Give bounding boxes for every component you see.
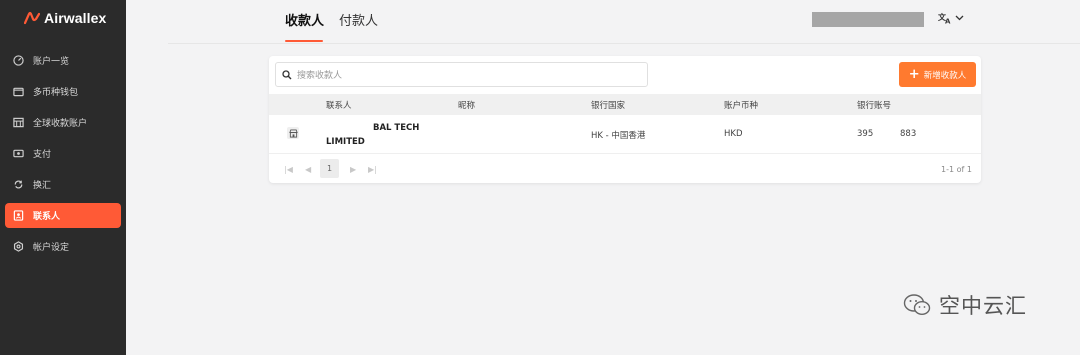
sidebar-item-label: 联系人: [33, 212, 61, 222]
sidebar-item-label: 账户一览: [33, 57, 70, 67]
sidebar-item-global-accounts[interactable]: 全球收款账户: [5, 110, 121, 135]
search-placeholder: 搜索收款人: [297, 71, 343, 81]
plus-icon: +: [908, 67, 920, 82]
dashboard-icon: [12, 55, 24, 67]
header-divider: [168, 43, 1080, 44]
sidebar-item-settings[interactable]: 帐户设定: [5, 234, 121, 259]
bank-country-cell: HK - 中国香港: [591, 131, 646, 141]
column-header-bank-country: 银行国家: [591, 101, 626, 111]
sidebar-item-label: 全球收款账户: [33, 119, 88, 129]
active-tab-indicator: [285, 40, 323, 42]
tab-payees[interactable]: 收款人: [285, 10, 324, 29]
table-header: 联系人 昵称 银行国家 账户币种 银行账号: [269, 94, 981, 115]
account-number-part: 883: [900, 129, 917, 139]
watermark-text: 空中云汇: [939, 294, 1027, 318]
sidebar-item-contacts[interactable]: 联系人: [5, 203, 121, 228]
payment-icon: [12, 148, 24, 160]
search-input[interactable]: 搜索收款人: [275, 62, 648, 87]
settings-icon: [12, 241, 24, 253]
sidebar-item-exchange[interactable]: 换汇: [5, 172, 121, 197]
column-header-contact: 联系人: [326, 101, 352, 111]
currency-cell: HKD: [724, 129, 743, 139]
table-row[interactable]: BAL TECH LIMITED HK - 中国香港 HKD 395 883: [269, 115, 981, 154]
last-page-icon[interactable]: ▶|: [368, 165, 377, 174]
svg-text:A: A: [945, 18, 951, 25]
current-page[interactable]: 1: [320, 159, 339, 178]
brand-logo[interactable]: Airwallex: [24, 10, 106, 26]
add-payee-button[interactable]: + 新增收款人: [899, 62, 976, 87]
add-payee-label: 新增收款人: [923, 70, 967, 81]
sidebar-item-label: 换汇: [33, 181, 52, 191]
prev-page-icon[interactable]: ◀: [305, 165, 311, 174]
wallet-icon: [12, 86, 24, 98]
sidebar-item-payments[interactable]: 支付: [5, 141, 121, 166]
bank-icon: [12, 117, 24, 129]
sidebar-item-label: 多币种钱包: [33, 88, 79, 98]
sidebar-item-label: 支付: [33, 150, 52, 160]
user-account-redacted[interactable]: [812, 12, 924, 27]
sidebar-item-wallet[interactable]: 多币种钱包: [5, 79, 121, 104]
contacts-icon: [12, 210, 24, 222]
payees-card: 搜索收款人 + 新增收款人 联系人 昵称 银行国家 账户币种 银行账号 BAL …: [269, 56, 981, 183]
airwallex-logo-icon: [24, 11, 40, 25]
column-header-currency: 账户币种: [724, 101, 759, 111]
sidebar-item-overview[interactable]: 账户一览: [5, 48, 121, 73]
pagination-summary: 1-1 of 1: [941, 165, 972, 174]
contact-name-line2: LIMITED: [326, 137, 365, 147]
watermark: 空中云汇: [903, 290, 1027, 320]
wechat-icon: [903, 294, 931, 316]
contact-name-line1: BAL TECH: [373, 123, 420, 133]
sidebar: Airwallex 账户一览 多币种钱包 全球收款账户 支付 换汇 联系人 帐户…: [0, 0, 126, 355]
first-page-icon[interactable]: |◀: [284, 165, 293, 174]
sidebar-item-label: 帐户设定: [33, 243, 70, 253]
column-header-account-number: 银行账号: [857, 101, 892, 111]
search-icon: [282, 69, 292, 79]
translate-icon: 文 A: [938, 12, 951, 25]
account-number-part: 395: [857, 129, 874, 139]
chevron-down-icon: [955, 15, 964, 21]
brand-name: Airwallex: [44, 10, 107, 26]
pagination: |◀ ◀ 1 ▶ ▶| 1-1 of 1: [269, 156, 981, 183]
next-page-icon[interactable]: ▶: [350, 165, 356, 174]
exchange-icon: [12, 179, 24, 191]
business-icon: [287, 127, 299, 139]
language-switcher[interactable]: 文 A: [938, 12, 964, 24]
tab-payers[interactable]: 付款人: [339, 10, 378, 29]
column-header-nickname: 昵称: [458, 101, 476, 111]
